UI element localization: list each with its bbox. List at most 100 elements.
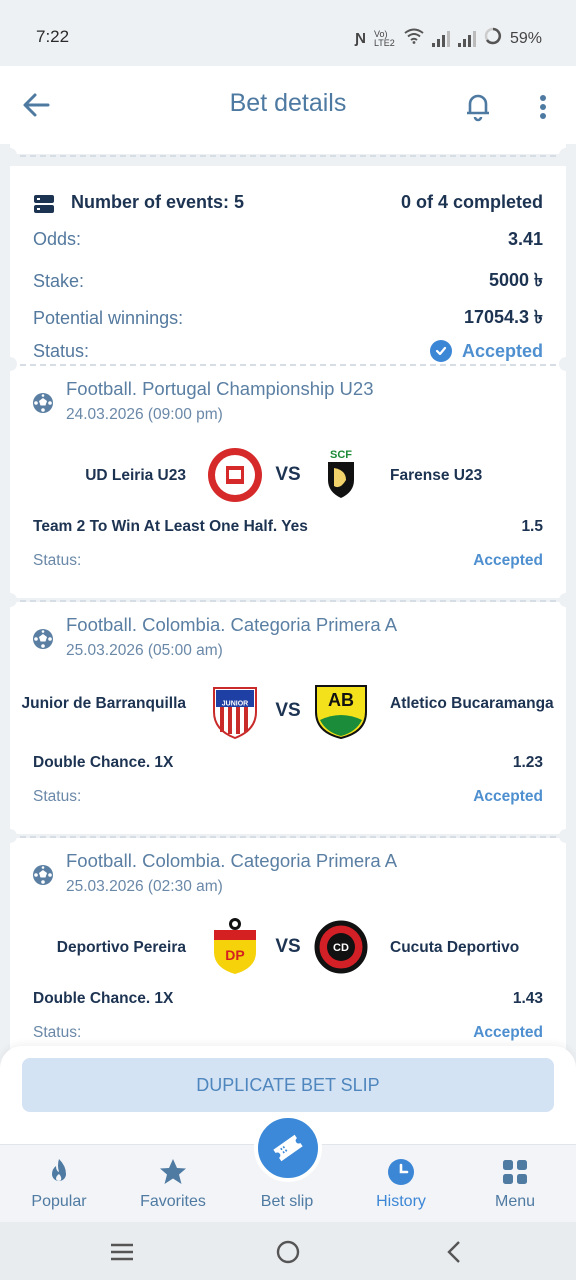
nav-history[interactable]: History	[351, 1157, 451, 1211]
winnings-row: Potential winnings: 17054.3 ৳	[33, 303, 543, 334]
home-circle-icon	[276, 1240, 300, 1264]
chevron-left-icon	[447, 1241, 460, 1263]
status-text: Accepted	[461, 340, 543, 361]
event-card[interactable]: Football. Colombia. Categoria Primera A …	[10, 602, 566, 834]
nav-menu[interactable]: Menu	[465, 1157, 565, 1211]
battery-icon	[484, 27, 502, 50]
vs-label: VS	[275, 464, 301, 485]
nav-label: Favorites	[140, 1193, 206, 1210]
battery-percent: 59%	[509, 29, 542, 47]
flame-icon	[52, 1159, 66, 1181]
system-back-button[interactable]	[440, 1238, 470, 1266]
clock-icon	[388, 1159, 414, 1185]
event-status-label: Status:	[33, 1024, 82, 1041]
events-list-icon	[34, 195, 54, 213]
away-team-logo: AB	[315, 685, 367, 740]
football-icon	[33, 629, 53, 649]
ticket-notch	[559, 829, 573, 843]
event-card[interactable]: Football. Portugal Championship U23 24.0…	[10, 366, 566, 598]
away-team: Cucuta Deportivo	[390, 939, 520, 956]
bet-summary-card: Number of events: 5 0 of 4 completed Odd…	[10, 166, 566, 366]
more-options-button[interactable]	[526, 88, 560, 128]
event-date: 25.03.2026 (02:30 am)	[66, 878, 223, 895]
check-circle-icon	[429, 340, 452, 362]
bet-slip-button[interactable]	[254, 1114, 322, 1182]
status-bar: 7:22 Ɲ Vo) LTE2 59%	[0, 0, 576, 66]
event-status-label: Status:	[33, 788, 82, 805]
stake-value: 5000 ৳	[488, 270, 543, 290]
bet-details-content[interactable]: Number of events: 5 0 of 4 completed Odd…	[0, 144, 576, 1054]
card-top-edge	[10, 144, 566, 154]
football-icon	[33, 393, 53, 413]
ticket-notch	[3, 593, 17, 607]
bet-market: Double Chance. 1X	[33, 754, 174, 771]
event-league: Football. Portugal Championship U23	[66, 378, 374, 399]
event-league: Football. Colombia. Categoria Primera A	[66, 850, 398, 871]
signal-icon	[431, 30, 450, 47]
nav-favorites[interactable]: Favorites	[123, 1157, 223, 1211]
nfc-icon: Ɲ	[355, 30, 366, 47]
events-count: Number of events: 5	[71, 192, 245, 212]
ticket-icon	[273, 1134, 303, 1162]
app-header: Bet details	[0, 66, 576, 144]
recents-icon	[111, 1243, 133, 1261]
football-icon	[33, 865, 53, 885]
network-label: Vo) LTE2	[373, 28, 395, 48]
nav-label: Menu	[494, 1193, 536, 1210]
ticket-notch	[559, 148, 573, 162]
notifications-button[interactable]	[458, 86, 498, 126]
status-icons: Ɲ Vo) LTE2 59%	[355, 27, 542, 50]
away-team: Farense U23	[390, 467, 483, 484]
signal-icon-2	[457, 30, 476, 47]
divider	[10, 155, 566, 157]
status-time: 7:22	[36, 27, 70, 46]
vs-label: VS	[275, 936, 301, 957]
home-team-logo: DP	[214, 918, 256, 974]
ticket-notch	[3, 148, 17, 162]
event-status-label: Status:	[33, 552, 82, 569]
nav-bet-slip[interactable]: Bet slip	[237, 1193, 337, 1211]
ticket-notch	[559, 593, 573, 607]
event-league: Football. Colombia. Categoria Primera A	[66, 614, 398, 635]
odds-label: Odds:	[33, 229, 82, 249]
home-logo-text: JUNIOR	[222, 701, 248, 708]
events-row: Number of events: 5 0 of 4 completed	[33, 192, 543, 213]
system-navigation-bar	[0, 1222, 576, 1280]
nav-label: History	[376, 1193, 426, 1210]
home-team: Deportivo Pereira	[56, 939, 186, 956]
status-row: Status: Accepted	[33, 340, 543, 362]
away-logo-text: AB	[328, 690, 354, 710]
home-button[interactable]	[273, 1238, 303, 1266]
home-team-logo: JUNIOR	[213, 687, 257, 740]
home-team-logo	[208, 448, 262, 502]
star-icon	[160, 1159, 186, 1184]
ticket-notch	[559, 357, 573, 371]
wifi-icon	[404, 28, 424, 49]
odds-value: 3.41	[507, 229, 543, 249]
away-logo-text: CD	[333, 942, 349, 954]
away-logo-text: SCF	[330, 449, 352, 461]
bell-icon	[467, 94, 489, 122]
duplicate-bet-slip-button[interactable]: DUPLICATE BET SLIP	[22, 1058, 554, 1112]
vs-label: VS	[275, 700, 301, 721]
away-team-logo: SCF	[328, 449, 354, 498]
bet-odds: 1.43	[512, 990, 543, 1007]
recent-apps-button[interactable]	[107, 1238, 137, 1266]
away-team: Atletico Bucaramanga	[390, 695, 554, 712]
nav-label: Bet slip	[260, 1193, 314, 1210]
ticket-notch	[3, 357, 17, 371]
ticket-notch	[3, 829, 17, 843]
event-status-value: Accepted	[473, 1024, 543, 1041]
stake-label: Stake:	[33, 271, 85, 291]
nav-label: Popular	[31, 1193, 87, 1210]
event-status-value: Accepted	[473, 552, 543, 569]
bet-odds: 1.23	[512, 754, 543, 771]
status-label: Status:	[33, 340, 90, 361]
event-card[interactable]: Football. Colombia. Categoria Primera A …	[10, 838, 566, 1054]
event-date: 24.03.2026 (09:00 pm)	[66, 406, 223, 423]
nav-popular[interactable]: Popular	[9, 1157, 109, 1211]
home-team: UD Leiria U23	[85, 467, 186, 484]
event-status-value: Accepted	[473, 788, 543, 805]
away-team-logo: CD	[314, 920, 368, 974]
home-logo-text: DP	[225, 947, 244, 963]
